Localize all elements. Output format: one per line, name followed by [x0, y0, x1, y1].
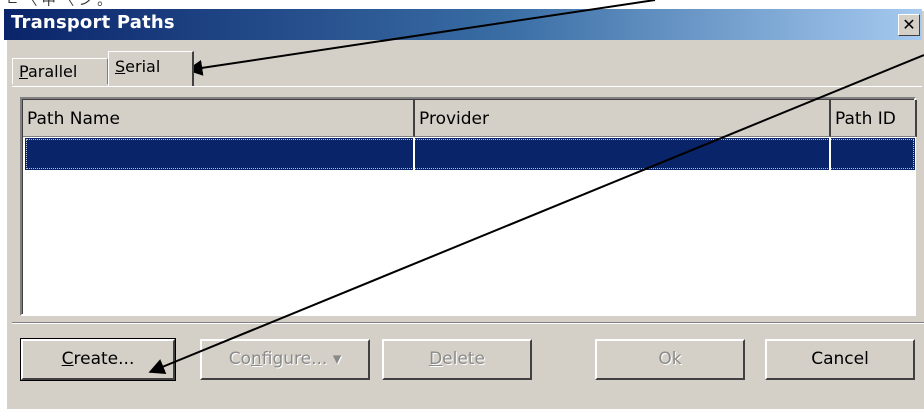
delete-accel: D: [429, 349, 443, 369]
tab-panel-border: [12, 86, 922, 87]
column-header-provider[interactable]: Provider: [415, 100, 831, 137]
cancel-label: Cancel: [811, 349, 869, 369]
column-header-path-name[interactable]: Path Name: [23, 100, 415, 137]
tab-parallel[interactable]: Parallel: [12, 58, 108, 84]
ok-button[interactable]: Ok: [595, 339, 745, 380]
configure-button[interactable]: Configure... ▾: [200, 339, 370, 380]
window-title: Transport Paths: [11, 12, 175, 33]
table-row[interactable]: [25, 138, 915, 170]
row-column-divider: [413, 138, 415, 170]
delete-button[interactable]: Delete: [382, 339, 532, 380]
tab-serial-accel: S: [115, 57, 126, 76]
tab-parallel-accel: P: [19, 62, 28, 81]
configure-label-pre: Co: [228, 349, 251, 369]
configure-label-rest: figure... ▾: [261, 349, 342, 369]
tab-serial-label: erial: [125, 57, 161, 76]
ok-label: Ok: [658, 349, 682, 369]
tab-serial[interactable]: Serial: [108, 51, 194, 86]
create-button[interactable]: Create...: [20, 338, 176, 381]
column-header-path-id[interactable]: Path ID: [831, 100, 917, 137]
tab-parallel-label: arallel: [27, 62, 78, 81]
delete-label: elete: [442, 349, 485, 369]
close-button[interactable]: ✕: [898, 14, 920, 36]
paths-list-view[interactable]: Path Name Provider Path ID: [20, 97, 917, 316]
row-column-divider: [829, 138, 831, 170]
create-label: reate...: [73, 349, 135, 369]
configure-accel: n: [251, 349, 262, 369]
list-view-inner: Path Name Provider Path ID: [22, 99, 917, 314]
close-icon: ✕: [902, 15, 916, 34]
create-accel: C: [61, 349, 74, 369]
button-area-separator: [12, 322, 924, 324]
cancel-button[interactable]: Cancel: [765, 339, 915, 380]
